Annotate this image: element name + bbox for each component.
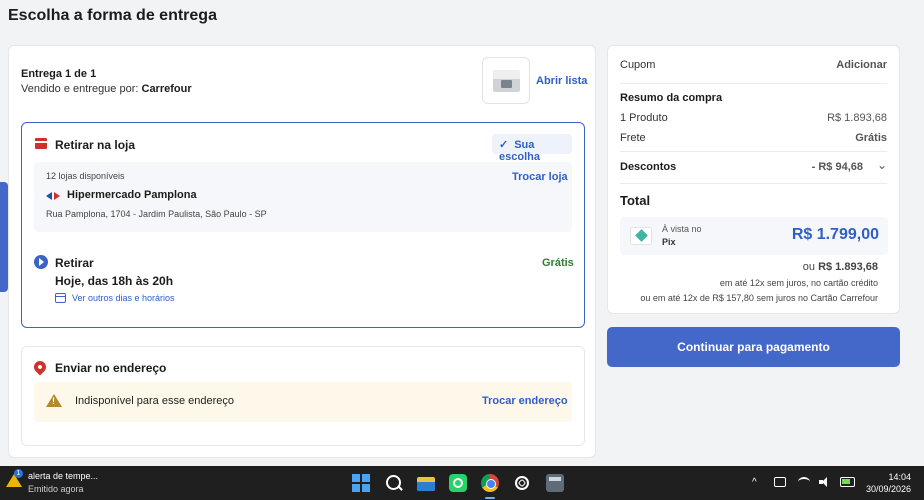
ship-title: Enviar no endereço xyxy=(55,361,167,375)
taskbar: alerta de tempe... Emitido agora ^ 14:04… xyxy=(0,466,924,500)
file-explorer-icon[interactable] xyxy=(417,474,435,492)
divider xyxy=(620,151,887,152)
open-list-link[interactable]: Abrir lista xyxy=(536,75,587,87)
withdraw-radio-icon[interactable] xyxy=(34,255,48,269)
battery-icon[interactable] xyxy=(840,477,855,487)
product-image xyxy=(493,70,520,92)
seller-prefix: Vendido e entregue por: xyxy=(21,83,139,95)
shipping-fee-value: Grátis xyxy=(855,132,887,144)
card-price-prefix: ou xyxy=(802,261,815,273)
windows-start-icon[interactable] xyxy=(352,474,370,492)
chevron-down-icon[interactable]: ⌄ xyxy=(877,158,887,172)
search-icon[interactable] xyxy=(385,474,403,492)
pix-caption: À vista no xyxy=(662,224,702,234)
volume-icon[interactable] xyxy=(819,477,831,487)
wifi-icon[interactable] xyxy=(798,477,810,487)
withdraw-time: Hoje, das 18h às 20h xyxy=(55,274,174,288)
product-subtotal: R$ 1.893,68 xyxy=(827,112,887,124)
divider xyxy=(620,183,887,184)
unavailable-notice: Indisponível para esse endereço Trocar e… xyxy=(34,382,572,422)
change-store-link[interactable]: Trocar loja xyxy=(512,171,568,183)
carrefour-logo-icon xyxy=(46,190,62,200)
pickup-option[interactable]: Retirar na loja ✓ Sua escolha 12 lojas di… xyxy=(21,122,585,328)
clock-time[interactable]: 14:04 xyxy=(888,472,911,482)
unavailable-text: Indisponível para esse endereço xyxy=(75,395,234,407)
add-coupon-link[interactable]: Adicionar xyxy=(836,59,887,71)
store-name: Hipermercado Pamplona xyxy=(67,189,197,201)
windows-logo-tile xyxy=(352,474,360,482)
active-app-indicator xyxy=(485,497,495,499)
weather-alert-title[interactable]: alerta de tempe... xyxy=(28,471,98,481)
card-price: ou R$ 1.893,68 xyxy=(803,261,878,273)
pix-icon xyxy=(630,227,652,245)
delivery-heading: Entrega 1 de 1 xyxy=(21,68,97,80)
other-days-link[interactable]: Ver outros dias e horários xyxy=(72,293,175,303)
page-title: Escolha a forma de entrega xyxy=(8,7,217,24)
whatsapp-icon[interactable] xyxy=(449,474,467,492)
summary-heading: Resumo da compra xyxy=(620,92,723,104)
product-thumbnail[interactable] xyxy=(482,57,530,104)
shipping-fee-label: Frete xyxy=(620,132,646,144)
store-address: Rua Pamplona, 1704 - Jardim Paulista, Sã… xyxy=(46,209,267,219)
pickup-title: Retirar na loja xyxy=(55,138,136,152)
chrome-icon[interactable] xyxy=(481,474,499,492)
chatgpt-icon[interactable] xyxy=(513,474,531,492)
stores-count: 12 lojas disponíveis xyxy=(46,171,125,181)
selected-badge: ✓ Sua escolha xyxy=(492,134,572,163)
order-summary-card: Cupom Adicionar Resumo da compra 1 Produ… xyxy=(607,45,900,314)
weather-alert-icon[interactable] xyxy=(6,469,23,487)
warning-icon xyxy=(46,394,62,407)
windows-logo-tile xyxy=(352,484,360,492)
pix-price: R$ 1.799,00 xyxy=(791,226,879,243)
divider xyxy=(620,83,887,84)
camera-off-icon[interactable] xyxy=(774,477,786,487)
calendar-icon xyxy=(55,293,66,303)
side-feedback-tab[interactable] xyxy=(0,182,8,292)
pix-label: Pix xyxy=(662,237,676,247)
delivery-card: Entrega 1 de 1 Vendido e entregue por: C… xyxy=(8,45,596,458)
installments-carrefour: ou em até 12x de R$ 157,80 sem juros no … xyxy=(640,293,878,303)
withdraw-price: Grátis xyxy=(542,257,574,269)
continue-to-payment-button[interactable]: Continuar para pagamento xyxy=(607,327,900,367)
withdraw-title: Retirar xyxy=(55,256,94,270)
delivery-seller: Vendido e entregue por: Carrefour xyxy=(21,83,192,95)
windows-logo-tile xyxy=(362,484,370,492)
check-icon: ✓ xyxy=(499,139,509,151)
seller-name: Carrefour xyxy=(141,83,192,95)
weather-alert-subtitle: Emitido agora xyxy=(28,484,84,494)
tray-chevron-up-icon[interactable]: ^ xyxy=(752,477,757,488)
product-count-label: 1 Produto xyxy=(620,112,668,124)
coupon-label: Cupom xyxy=(620,59,656,71)
location-pin-icon xyxy=(31,358,49,376)
store-panel: 12 lojas disponíveis Trocar loja Hiperme… xyxy=(34,162,572,232)
calculator-icon[interactable] xyxy=(546,474,564,492)
change-address-link[interactable]: Trocar endereço xyxy=(482,395,568,407)
pix-price-panel: À vista no Pix R$ 1.799,00 xyxy=(620,217,888,255)
clock-date[interactable]: 30/09/2026 xyxy=(866,484,911,494)
installments-card: em até 12x sem juros, no cartão crédito xyxy=(719,278,878,288)
discounts-value: - R$ 94,68 xyxy=(811,161,863,173)
total-label: Total xyxy=(620,193,651,208)
discounts-label: Descontos xyxy=(620,161,677,173)
card-price-value: R$ 1.893,68 xyxy=(818,261,878,273)
ship-option[interactable]: Enviar no endereço Indisponível para ess… xyxy=(21,346,585,446)
windows-logo-tile xyxy=(362,474,370,482)
store-icon xyxy=(35,138,47,149)
